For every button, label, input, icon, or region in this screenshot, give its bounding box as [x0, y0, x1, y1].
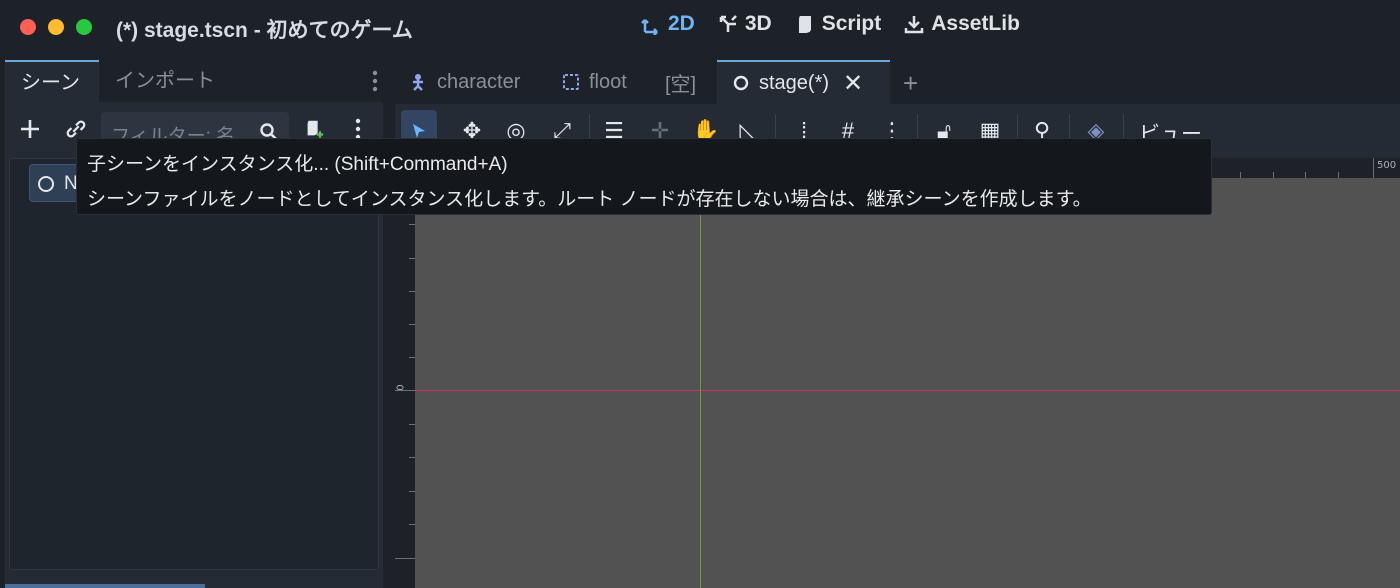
mode-assetlib-label: AssetLib: [931, 12, 1020, 35]
character-icon: [413, 74, 423, 91]
tab-character[interactable]: character: [395, 60, 534, 104]
3d-icon: [719, 15, 737, 32]
scene-dock-tabs: シーン インポート: [5, 60, 383, 102]
window-minimize-button[interactable]: [48, 19, 64, 35]
window-maximize-button[interactable]: [76, 19, 92, 35]
tooltip-description: シーンファイルをノードとしてインスタンス化します。ルート ノードが存在しない場合…: [87, 189, 1092, 210]
node2d-icon: [563, 74, 579, 90]
mode-script-label: Script: [821, 12, 882, 35]
tab-empty[interactable]: [空]: [651, 60, 710, 104]
tab-import[interactable]: インポート: [99, 60, 231, 102]
add-scene-tab-button[interactable]: +: [903, 68, 918, 99]
tab-stage-label: stage(*): [759, 71, 830, 94]
vertical-ruler: 0: [395, 158, 415, 588]
mode-2d-button[interactable]: 2D: [640, 12, 695, 36]
tab-stage[interactable]: stage(*) ✕: [717, 60, 890, 104]
node-icon: [38, 176, 54, 192]
dock-bottom-highlight: [5, 584, 205, 588]
2d-viewport[interactable]: 500 0: [395, 158, 1400, 588]
close-tab-icon[interactable]: ✕: [843, 69, 863, 98]
tab-character-label: character: [437, 70, 521, 93]
tab-floot-label: floot: [589, 70, 627, 93]
script-icon: [798, 16, 811, 33]
window-close-button[interactable]: [20, 19, 36, 35]
main-screen-switcher: 2D 3D Script AssetLib: [640, 12, 1020, 36]
mode-3d-label: 3D: [744, 12, 772, 35]
mode-script-button[interactable]: Script: [794, 12, 882, 36]
mode-2d-label: 2D: [668, 12, 695, 35]
dock-menu-icon[interactable]: [371, 70, 379, 92]
tab-scene[interactable]: シーン: [5, 60, 99, 102]
node-icon: [733, 75, 749, 91]
scene-tabs: character floot [空] stage(*) ✕ +: [395, 60, 1400, 104]
x-axis-line: [415, 390, 1400, 391]
y-axis-line: [700, 178, 701, 588]
window-title: (*) stage.tscn - 初めてのゲーム: [116, 19, 413, 42]
tab-floot[interactable]: floot: [547, 60, 641, 104]
mode-3d-button[interactable]: 3D: [717, 12, 772, 36]
title-bar: (*) stage.tscn - 初めてのゲーム 2D 3D Script As…: [0, 0, 1400, 56]
2d-icon: [641, 19, 658, 35]
add-node-icon[interactable]: [17, 116, 43, 142]
ruler-label-500: 500: [1377, 160, 1397, 171]
tooltip-title: 子シーンをインスタンス化... (Shift+Command+A): [87, 154, 508, 175]
scene-tree[interactable]: [9, 158, 379, 570]
tooltip: 子シーンをインスタンス化... (Shift+Command+A) シーンファイ…: [76, 138, 1212, 215]
assetlib-icon: [904, 16, 924, 34]
mode-assetlib-button[interactable]: AssetLib: [903, 12, 1020, 36]
tab-empty-label: [空]: [665, 73, 697, 96]
